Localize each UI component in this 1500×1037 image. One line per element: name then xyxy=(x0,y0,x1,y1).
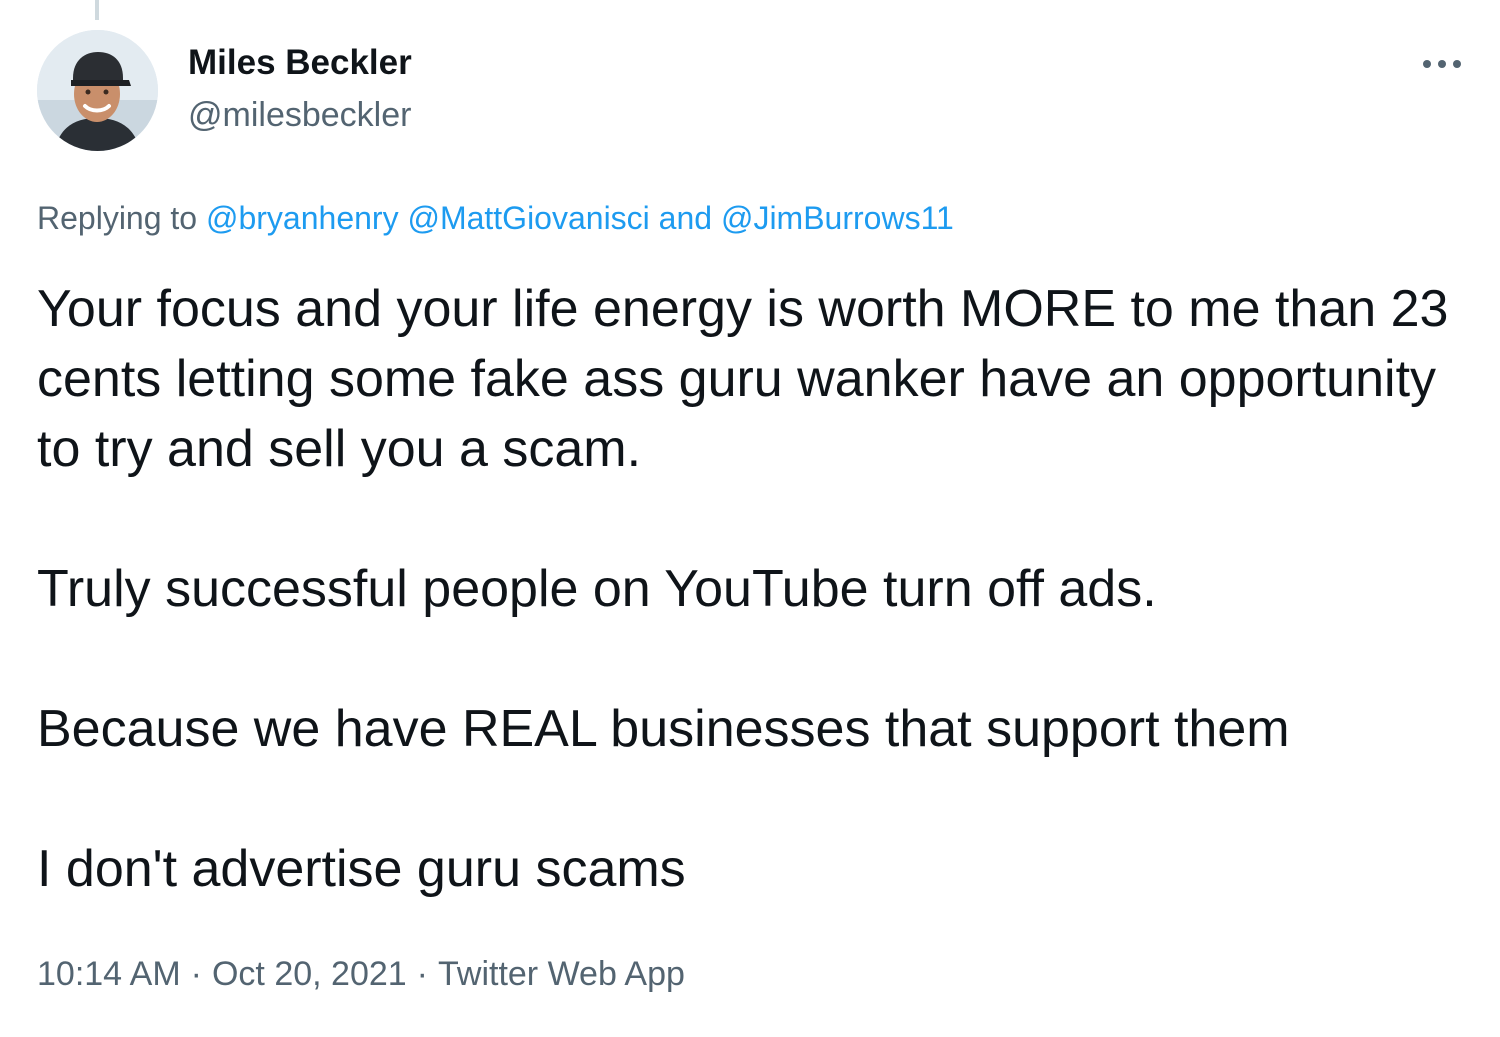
author-display-name[interactable]: Miles Beckler xyxy=(188,42,412,84)
thread-connector-line xyxy=(95,0,99,20)
tweet-metadata: 10:14 AM · Oct 20, 2021 · Twitter Web App xyxy=(37,952,685,996)
author-handle[interactable]: @milesbeckler xyxy=(188,94,411,136)
meta-dot-separator: · xyxy=(416,955,428,993)
replying-to-label: Replying to xyxy=(37,200,206,236)
tweet-paragraph: I don't advertise guru scams xyxy=(37,840,686,898)
mention-conjunction[interactable]: and xyxy=(650,200,721,236)
tweet-paragraph: Your focus and your life energy is worth… xyxy=(37,280,1449,478)
profile-photo-icon xyxy=(37,30,158,151)
tweet-time-link[interactable]: 10:14 AM xyxy=(37,955,181,993)
tweet-source-link[interactable]: Twitter Web App xyxy=(438,955,685,993)
tweet-date-link[interactable]: Oct 20, 2021 xyxy=(212,955,407,993)
mention-link-jimburrows11[interactable]: @JimBurrows11 xyxy=(721,200,954,236)
more-options-button[interactable] xyxy=(1414,44,1470,84)
more-options-icon xyxy=(1423,60,1461,68)
reply-context: Replying to @bryanhenry @MattGiovanisci … xyxy=(37,196,954,240)
mention-link-mattgiovanisci[interactable]: @MattGiovanisci xyxy=(407,200,649,236)
avatar[interactable] xyxy=(37,30,158,151)
tweet-paragraph: Truly successful people on YouTube turn … xyxy=(37,560,1157,618)
tweet-body: Your focus and your life energy is worth… xyxy=(37,274,1477,904)
meta-dot-separator: · xyxy=(190,955,202,993)
mention-link-bryanhenry[interactable]: @bryanhenry xyxy=(206,200,399,236)
tweet-paragraph: Because we have REAL businesses that sup… xyxy=(37,700,1290,758)
